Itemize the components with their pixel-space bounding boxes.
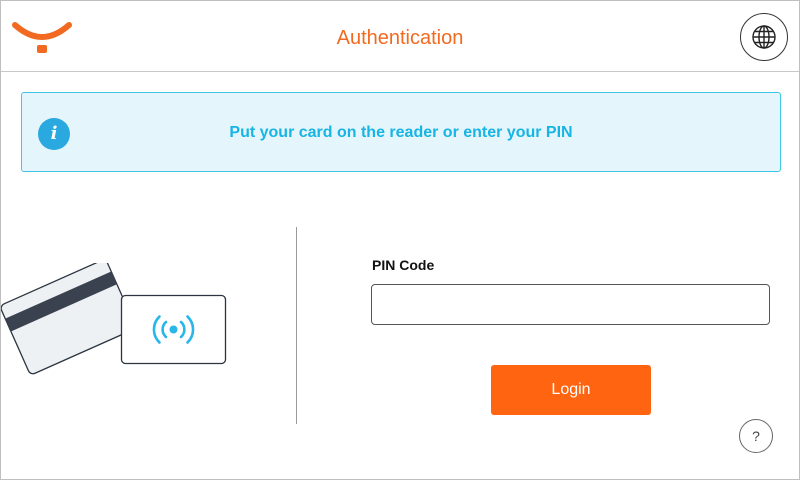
header-bar: Authentication bbox=[1, 1, 799, 72]
help-button[interactable]: ? bbox=[739, 419, 773, 453]
language-button[interactable] bbox=[740, 13, 788, 61]
pin-code-label: PIN Code bbox=[372, 257, 435, 273]
login-button[interactable]: Login bbox=[491, 365, 651, 415]
card-reader-illustration bbox=[1, 263, 227, 375]
pin-code-input[interactable] bbox=[371, 284, 770, 325]
vertical-divider bbox=[296, 227, 297, 424]
info-message: Put your card on the reader or enter you… bbox=[229, 124, 573, 141]
globe-icon bbox=[752, 25, 776, 49]
contactless-reader-icon bbox=[120, 294, 227, 365]
authentication-screen: Authentication i Put your card on the re… bbox=[0, 0, 800, 480]
magnetic-card-icon bbox=[1, 263, 136, 375]
info-banner: i Put your card on the reader or enter y… bbox=[21, 92, 781, 172]
page-title: Authentication bbox=[336, 27, 464, 49]
